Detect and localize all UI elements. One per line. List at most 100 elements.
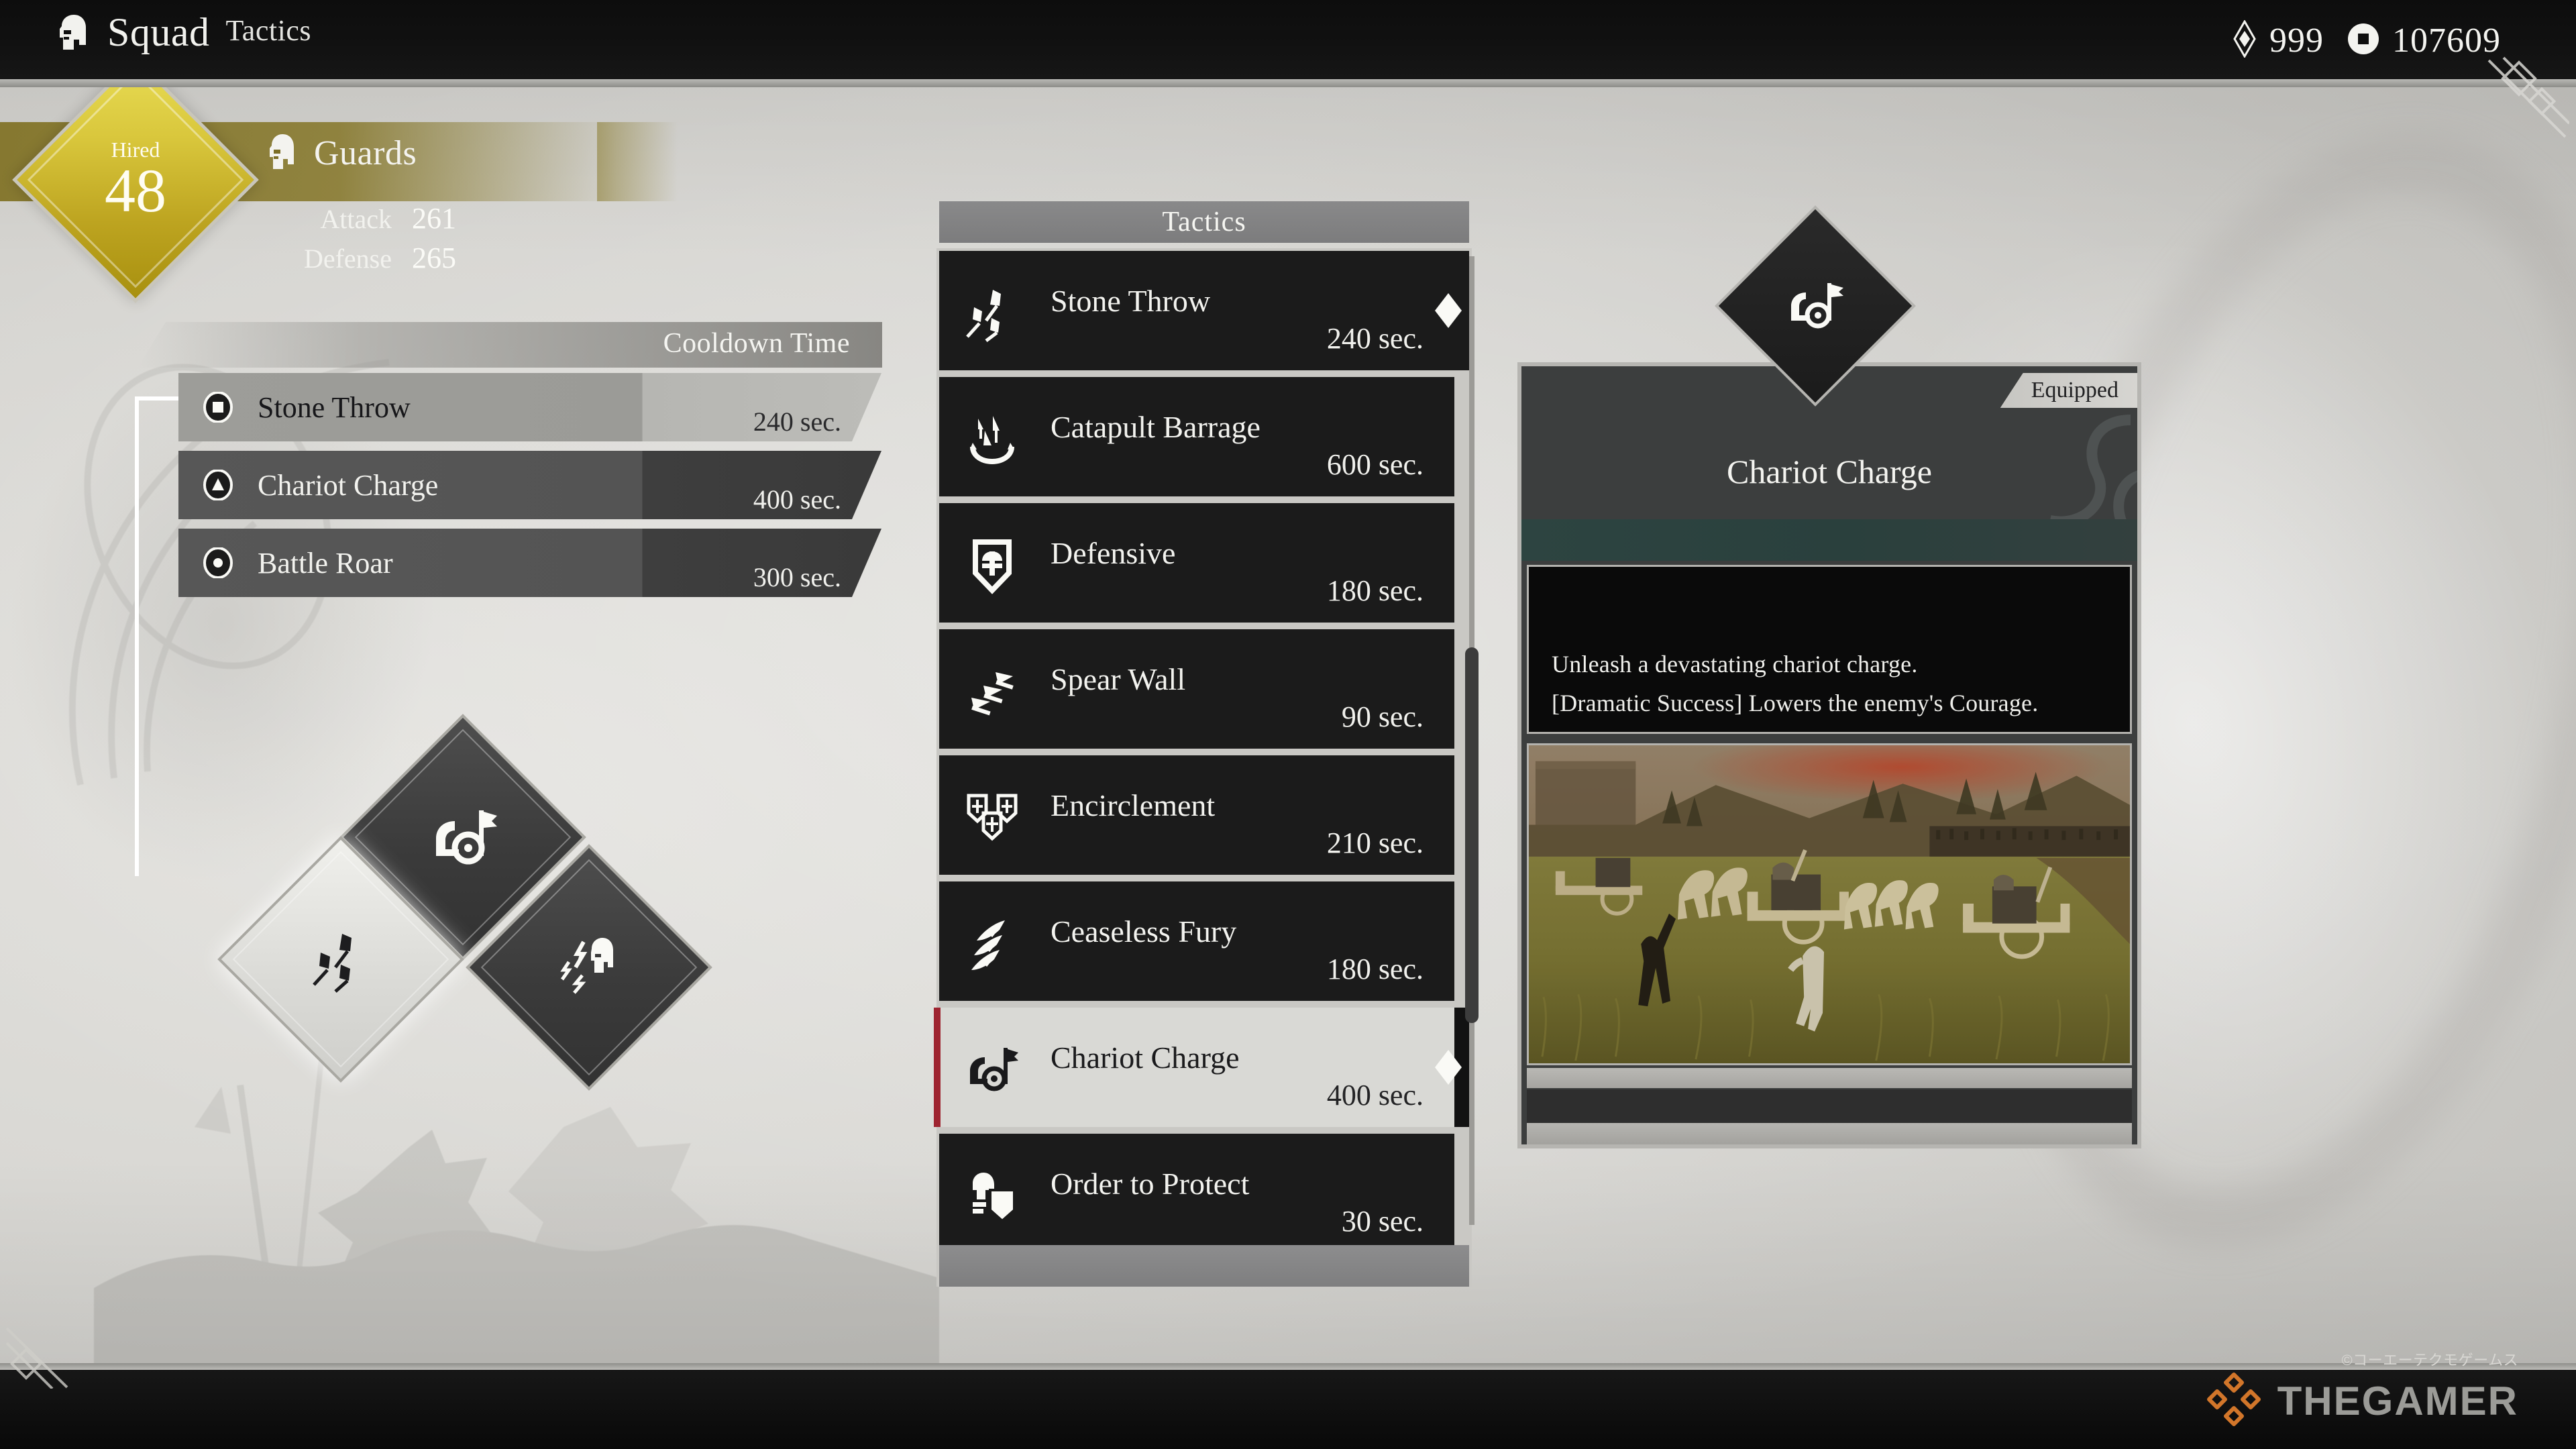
tactics-row-defensive[interactable]: Defensive 180 sec. (939, 503, 1454, 623)
detail-footer-bar (1527, 1089, 2132, 1123)
cooldown-time: 400 sec. (753, 484, 841, 515)
stat-row: Defense 265 (263, 241, 456, 275)
cooldown-row-stone-throw[interactable]: Stone Throw 240 sec. (178, 373, 881, 441)
cooldown-time: 240 sec. (753, 407, 841, 437)
cooldown-header: Cooldown Time (138, 322, 882, 368)
currency-coin: 107609 (2347, 21, 2501, 60)
tactics-name: Stone Throw (1051, 284, 1211, 318)
squad-stats: Attack 261 Defense 265 (263, 201, 456, 280)
equipped-slot-stone-throw[interactable] (217, 836, 464, 1083)
squad-name: Guards (314, 134, 417, 172)
ceaseless-fury-icon (963, 915, 1021, 973)
chariot-icon (1744, 235, 1886, 377)
tactics-row-spear-wall[interactable]: Spear Wall 90 sec. (939, 629, 1454, 749)
tactics-list[interactable]: Stone Throw 240 sec. Catapult Barrage 60… (934, 251, 1469, 1253)
status-badge: Equipped (2000, 373, 2137, 408)
detail-icon-diamond (1715, 205, 1916, 407)
tactics-time: 400 sec. (1326, 1079, 1424, 1112)
corner-ornament-top-right (2469, 56, 2571, 157)
cooldown-header-label: Cooldown Time (663, 328, 850, 359)
tactics-name: Spear Wall (1051, 662, 1186, 696)
hired-value: 48 (105, 156, 166, 225)
page-title-sub: Tactics (225, 14, 311, 47)
detail-preview-image (1527, 743, 2132, 1065)
cooldown-name: Chariot Charge (258, 468, 439, 502)
coin-icon (2347, 22, 2380, 59)
tactics-row-stone-throw[interactable]: Stone Throw 240 sec. (939, 251, 1469, 370)
tactics-time: 180 sec. (1326, 953, 1424, 985)
cooldown-row-battle-roar[interactable]: Battle Roar 300 sec. (178, 529, 881, 597)
catapult-icon (963, 411, 1021, 468)
tactics-time: 180 sec. (1326, 574, 1424, 607)
square-button-icon (203, 392, 233, 423)
watermark: THEGAMER (2205, 1371, 2518, 1432)
page-title: Squad Tactics (52, 12, 311, 52)
top-bar-sheen (0, 79, 2576, 87)
watermark-brand: THEGAMER (2277, 1379, 2518, 1424)
helmet-icon (263, 133, 299, 174)
triangle-button-icon (203, 470, 233, 500)
equipped-diamond-marker (1433, 290, 1464, 331)
stone-throw-icon (254, 872, 428, 1046)
tactics-name: Order to Protect (1051, 1167, 1250, 1201)
detail-description: Unleash a devastating chariot charge. [D… (1527, 565, 2132, 734)
cooldown-time: 300 sec. (753, 562, 841, 592)
currency-gem: 999 (2232, 19, 2324, 61)
tactics-time: 90 sec. (1341, 700, 1424, 733)
tactics-row-encirclement[interactable]: Encirclement 210 sec. (939, 755, 1454, 875)
tactics-row-ceaseless-fury[interactable]: Ceaseless Fury 180 sec. (939, 881, 1454, 1001)
stat-row: Attack 261 (263, 201, 456, 235)
tactics-time: 240 sec. (1326, 322, 1424, 355)
shield-icon (963, 537, 1021, 594)
battle-roar-icon (502, 880, 676, 1055)
top-bar (0, 0, 2576, 79)
tactics-name: Chariot Charge (1051, 1040, 1240, 1075)
encirclement-icon (963, 789, 1021, 847)
tactics-header-label: Tactics (1162, 207, 1246, 237)
equipped-diamond-marker (1433, 1047, 1464, 1087)
stat-label-defense: Defense (303, 244, 392, 274)
detail-divider-lower (1527, 1123, 2132, 1144)
tactics-scrollbar-thumb[interactable] (1465, 647, 1479, 1023)
detail-divider-upper (1527, 1068, 2132, 1088)
stat-label-attack: Attack (320, 204, 392, 234)
bottom-bar (0, 1370, 2576, 1449)
helmet-icon (52, 13, 91, 52)
detail-title: Chariot Charge (1727, 453, 1932, 490)
tactics-row-catapult-barrage[interactable]: Catapult Barrage 600 sec. (939, 377, 1454, 496)
tactics-name: Encirclement (1051, 788, 1216, 822)
description-line-2: [Dramatic Success] Lowers the enemy's Co… (1552, 690, 2039, 716)
order-to-protect-icon (963, 1167, 1021, 1225)
hired-count-badge: Hired 48 (12, 56, 259, 303)
equipped-slot-battle-roar[interactable] (466, 844, 712, 1091)
tactics-header: Tactics (939, 201, 1469, 243)
tactics-time: 30 sec. (1341, 1205, 1424, 1238)
tactics-time: 210 sec. (1326, 826, 1424, 859)
gem-count: 999 (2269, 21, 2324, 60)
cooldown-name: Stone Throw (258, 390, 411, 424)
copyright-text: ©コーエーテクモゲームス (2341, 1352, 2518, 1368)
thegamer-diamond-logo (2205, 1371, 2263, 1432)
gem-icon (2232, 19, 2257, 61)
tactics-row-order-to-protect[interactable]: Order to Protect 30 sec. (939, 1134, 1454, 1253)
stat-value-defense: 265 (412, 241, 456, 274)
stone-throw-icon (963, 284, 1021, 342)
tactics-time: 600 sec. (1326, 448, 1424, 481)
corner-ornament-bottom-left (5, 1301, 93, 1390)
bottom-bar-sheen (0, 1363, 2576, 1370)
tactics-row-chariot-charge[interactable]: Chariot Charge 400 sec. (934, 1008, 1469, 1127)
spear-wall-icon (963, 663, 1021, 720)
detail-card: Equipped Chariot Charge Unleash a devast… (1517, 362, 2141, 1148)
tactics-footer (939, 1245, 1469, 1287)
circle-button-icon (203, 547, 233, 578)
chariot-icon (963, 1041, 1021, 1099)
cooldown-name: Battle Roar (258, 546, 393, 580)
currency-display: 999 107609 (2232, 19, 2501, 61)
tactics-name: Catapult Barrage (1051, 410, 1260, 444)
stat-value-attack: 261 (412, 202, 456, 235)
status-badge-label: Equipped (2031, 378, 2118, 402)
cooldown-row-chariot-charge[interactable]: Chariot Charge 400 sec. (178, 451, 881, 519)
detail-accent-bar (1521, 519, 2137, 561)
squad-header: Guards (263, 133, 417, 174)
page-title-main: Squad (107, 10, 210, 54)
